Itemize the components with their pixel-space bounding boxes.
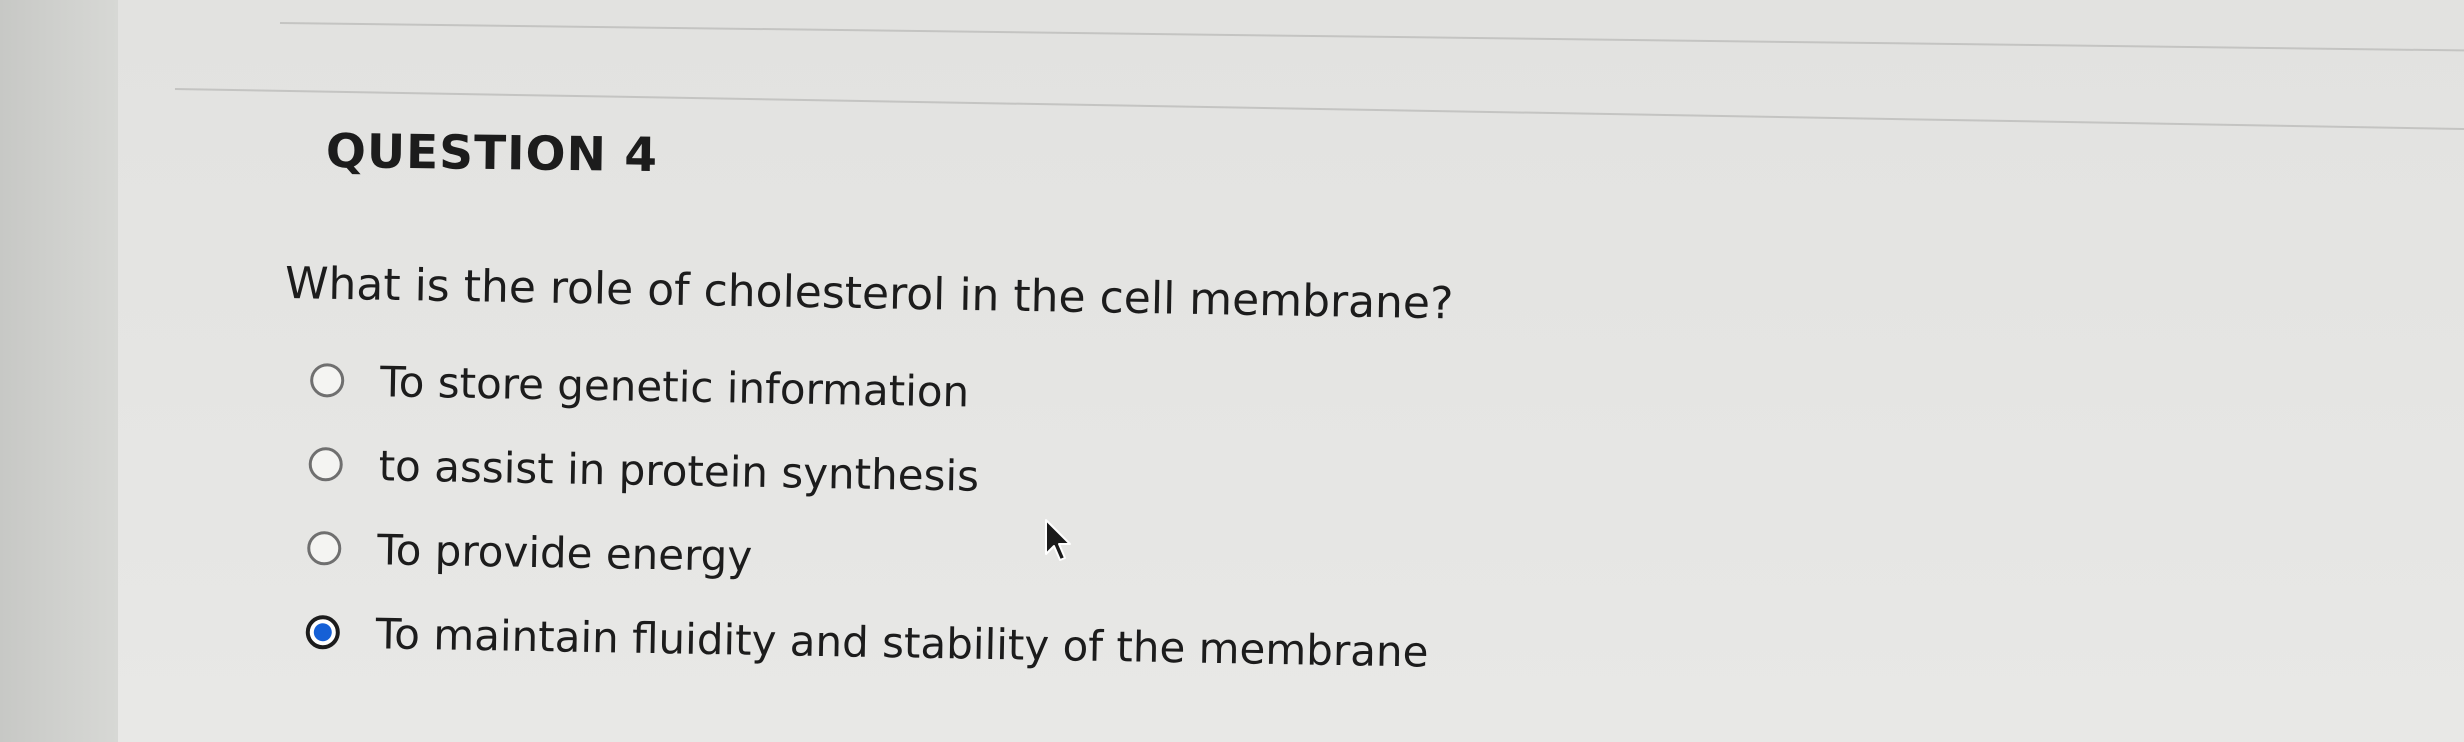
radio-button-1[interactable] <box>309 363 345 398</box>
radio-button-4-selected[interactable] <box>305 614 341 650</box>
left-margin-strip <box>0 0 118 742</box>
radio-button-3[interactable] <box>306 530 342 566</box>
mouse-pointer-arrow-icon <box>1044 518 1074 568</box>
answer-options: To store genetic information to assist i… <box>305 338 1433 694</box>
radio-button-2[interactable] <box>308 447 344 482</box>
answer-option-label[interactable]: To maintain fluidity and stability of th… <box>375 609 1428 676</box>
answer-option-label[interactable]: To provide energy <box>377 525 753 581</box>
question-heading: QUESTION 4 <box>325 124 659 184</box>
answer-option-label[interactable]: To store genetic information <box>380 357 970 416</box>
answer-option-label[interactable]: to assist in protein synthesis <box>378 441 979 500</box>
